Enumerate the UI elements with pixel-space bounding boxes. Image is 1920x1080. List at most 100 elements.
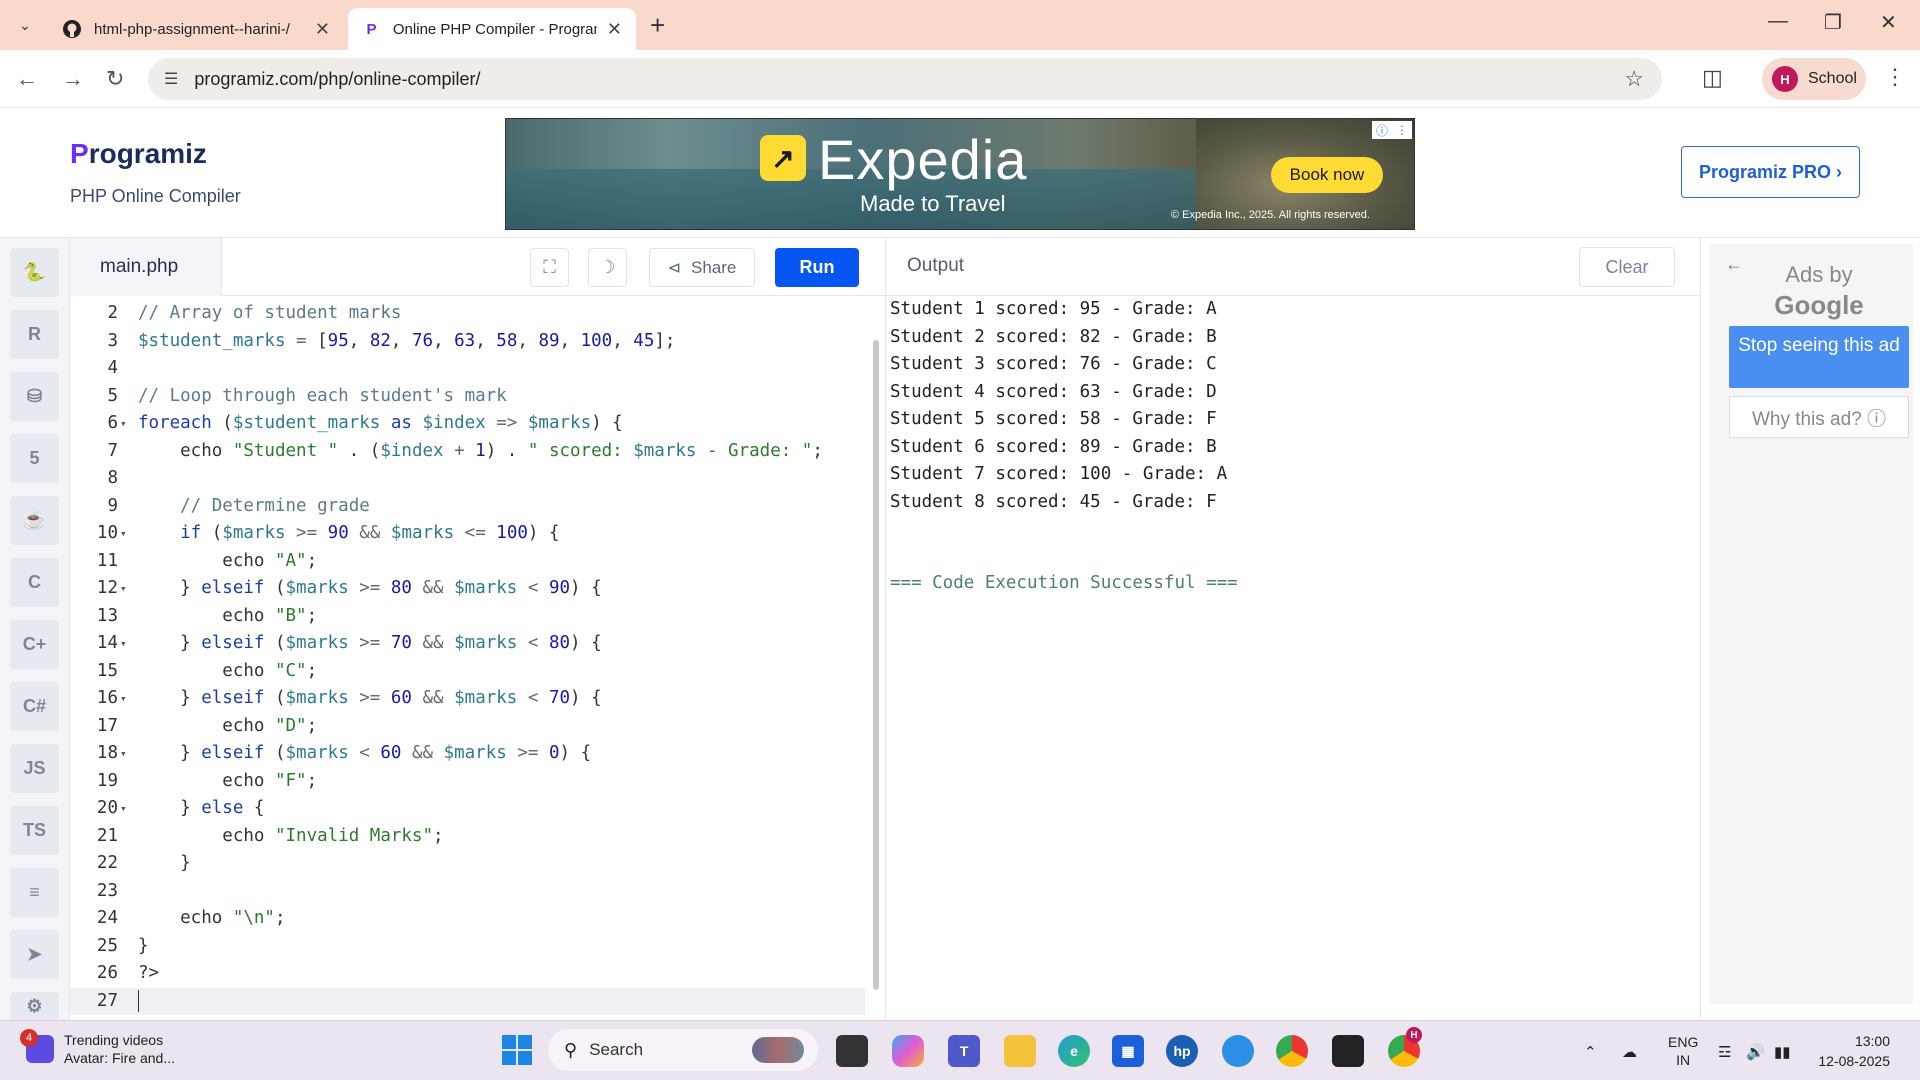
- show-hidden-icons-chevron-icon[interactable]: ⌃: [1584, 1043, 1597, 1061]
- programiz-logo[interactable]: Programiz: [70, 138, 207, 170]
- code-line[interactable]: 11 echo "A";: [70, 548, 865, 576]
- profile-button[interactable]: H School: [1762, 58, 1866, 100]
- close-tab-icon[interactable]: ✕: [607, 19, 622, 40]
- code-line[interactable]: 7 echo "Student " . ($index + 1) . " sco…: [70, 438, 865, 466]
- file-explorer-icon[interactable]: [1004, 1035, 1036, 1067]
- code-line[interactable]: 26 ?>: [70, 960, 865, 988]
- onedrive-offline-icon[interactable]: ☁: [1622, 1043, 1637, 1061]
- browser-tab-programiz[interactable]: P Online PHP Compiler - Program ✕: [348, 8, 636, 50]
- copilot-app-icon[interactable]: [1222, 1035, 1254, 1067]
- typescript-icon[interactable]: TS: [10, 806, 59, 855]
- file-tab[interactable]: main.php: [70, 238, 222, 296]
- c-icon[interactable]: C: [10, 558, 59, 607]
- pane-divider[interactable]: [885, 238, 886, 1020]
- widgets-button[interactable]: 4 Trending videos Avatar: Fire and...: [20, 1029, 175, 1067]
- r-icon[interactable]: R: [10, 310, 59, 359]
- language-indicator[interactable]: ENG IN: [1668, 1033, 1698, 1069]
- fold-arrow-icon[interactable]: ▾: [120, 630, 127, 658]
- close-window-icon[interactable]: ✕: [1880, 10, 1897, 35]
- chrome-icon[interactable]: [1276, 1035, 1308, 1067]
- wifi-icon[interactable]: ☲: [1718, 1043, 1731, 1061]
- windows-start-icon[interactable]: [502, 1035, 532, 1065]
- new-tab-plus-icon[interactable]: +: [650, 10, 665, 41]
- code-editor[interactable]: 2 // Array of student marks 3 $student_mark…: [70, 296, 885, 1020]
- url-text[interactable]: programiz.com/php/online-compiler/: [194, 69, 480, 90]
- code-line[interactable]: 4: [70, 355, 865, 383]
- expedia-ad-banner[interactable]: ↗ Expedia Made to Travel Book now © Expe…: [505, 118, 1415, 230]
- code-line[interactable]: 15 echo "C";: [70, 658, 865, 686]
- copilot-icon[interactable]: [892, 1035, 924, 1067]
- code-line[interactable]: 14 ▾ } elseif ($marks >= 70 && $marks < 8…: [70, 630, 865, 658]
- swift-icon[interactable]: ➤: [10, 930, 59, 979]
- forward-arrow-icon[interactable]: →: [62, 66, 84, 92]
- sql-icon[interactable]: ⛁: [10, 372, 59, 421]
- code-line[interactable]: 10 ▾ if ($marks >= 90 && $marks <= 100) {: [70, 520, 865, 548]
- fullscreen-icon[interactable]: ⛶: [530, 248, 569, 287]
- tab-search-chevron-icon[interactable]: ⌄: [12, 12, 38, 38]
- system-clock[interactable]: 13:00 12-08-2025: [1810, 1031, 1890, 1071]
- fold-arrow-icon[interactable]: ▾: [120, 520, 127, 548]
- code-line[interactable]: 13 echo "B";: [70, 603, 865, 631]
- code-line[interactable]: 22 }: [70, 850, 865, 878]
- programiz-pro-button[interactable]: Programiz PRO ›: [1681, 146, 1860, 198]
- csharp-icon[interactable]: C#: [10, 682, 59, 731]
- microsoft-store-icon[interactable]: ▦: [1112, 1035, 1144, 1067]
- chrome-profile-icon[interactable]: H: [1388, 1027, 1422, 1067]
- address-bar[interactable]: ☰ programiz.com/php/online-compiler/ ☆: [148, 58, 1662, 100]
- cpp-icon[interactable]: C+: [10, 620, 59, 669]
- task-view-icon[interactable]: [836, 1035, 868, 1067]
- go-icon[interactable]: ≡: [10, 868, 59, 917]
- bookmark-star-icon[interactable]: ☆: [1624, 66, 1644, 92]
- share-button[interactable]: ⊲ Share: [649, 248, 755, 287]
- back-arrow-icon[interactable]: ←: [16, 66, 38, 92]
- why-this-ad-button[interactable]: Why this ad? ⓘ: [1729, 396, 1909, 438]
- python-icon[interactable]: 🐍: [10, 248, 59, 297]
- editor-scrollbar-thumb[interactable]: [873, 340, 879, 990]
- edge-icon[interactable]: e: [1058, 1035, 1090, 1067]
- ad-choices-icon[interactable]: ⓘ ⋮: [1372, 121, 1412, 139]
- browser-menu-icon[interactable]: ⋮: [1884, 64, 1906, 90]
- restore-icon[interactable]: ❐: [1824, 10, 1842, 35]
- battery-icon[interactable]: ▮▮: [1774, 1043, 1791, 1061]
- stop-seeing-ad-button[interactable]: Stop seeing this ad: [1729, 326, 1909, 388]
- code-line[interactable]: 17 echo "D";: [70, 713, 865, 741]
- code-line[interactable]: 20 ▾ } else {: [70, 795, 865, 823]
- code-line[interactable]: 16 ▾ } elseif ($marks >= 60 && $marks < 7…: [70, 685, 865, 713]
- volume-icon[interactable]: 🔊: [1746, 1043, 1765, 1061]
- hp-icon[interactable]: hp: [1166, 1035, 1198, 1067]
- code-line[interactable]: 12 ▾ } elseif ($marks >= 80 && $marks < 9…: [70, 575, 865, 603]
- ad-book-now-button[interactable]: Book now: [1271, 157, 1383, 193]
- minimize-icon[interactable]: —: [1768, 10, 1788, 33]
- run-button[interactable]: Run: [775, 248, 859, 287]
- code-line[interactable]: 24 echo "\n";: [70, 905, 865, 933]
- fold-arrow-icon[interactable]: ▾: [120, 685, 127, 713]
- code-line[interactable]: 5 // Loop through each student's mark: [70, 383, 865, 411]
- teams-icon[interactable]: T: [948, 1035, 980, 1067]
- javascript-icon[interactable]: JS: [10, 744, 59, 793]
- browser-tab-github[interactable]: html-php-assignment--harini-/ ✕: [48, 8, 344, 50]
- extensions-icon[interactable]: ◫: [1702, 65, 1723, 91]
- dark-mode-moon-icon[interactable]: ☽: [588, 248, 627, 287]
- code-line[interactable]: 19 echo "F";: [70, 768, 865, 796]
- code-line[interactable]: 25}: [70, 933, 865, 961]
- fold-arrow-icon[interactable]: ▾: [120, 795, 127, 823]
- code-line[interactable]: 6 ▾ foreach ($student_marks as $index => $…: [70, 410, 865, 438]
- html-icon[interactable]: 5: [10, 434, 59, 483]
- site-info-icon[interactable]: ☰: [164, 69, 178, 89]
- clear-button[interactable]: Clear: [1579, 247, 1675, 287]
- close-tab-icon[interactable]: ✕: [315, 19, 330, 40]
- fold-arrow-icon[interactable]: ▾: [120, 740, 127, 768]
- code-line[interactable]: 23: [70, 878, 865, 906]
- reload-icon[interactable]: ↻: [106, 66, 124, 92]
- sticky-notes-icon[interactable]: [1332, 1035, 1364, 1067]
- java-icon[interactable]: ☕: [10, 496, 59, 545]
- taskbar-search[interactable]: ⚲ Search: [548, 1029, 818, 1071]
- code-line[interactable]: 8: [70, 465, 865, 493]
- code-line[interactable]: 27: [70, 987, 865, 1015]
- code-line[interactable]: 9 // Determine grade: [70, 493, 865, 521]
- code-line[interactable]: 3 $student_marks = [95, 82, 76, 63, 58, 8…: [70, 328, 865, 356]
- code-line[interactable]: 2 // Array of student marks: [70, 300, 865, 328]
- code-line[interactable]: 21 echo "Invalid Marks";: [70, 823, 865, 851]
- rust-icon[interactable]: ⚙: [10, 992, 59, 1020]
- fold-arrow-icon[interactable]: ▾: [120, 575, 127, 603]
